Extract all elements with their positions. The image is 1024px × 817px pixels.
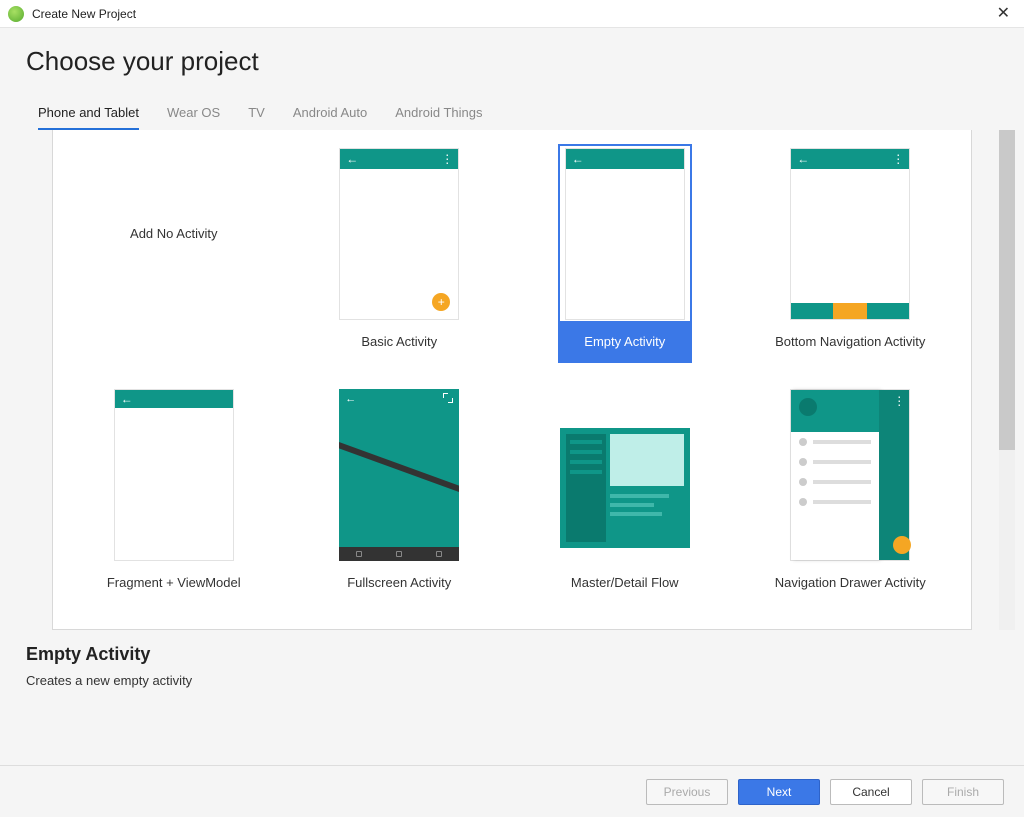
avatar-icon — [799, 398, 817, 416]
tab-tv[interactable]: TV — [248, 105, 265, 130]
tab-wear-os[interactable]: Wear OS — [167, 105, 220, 130]
next-button[interactable]: Next — [738, 779, 820, 805]
dialog-header: Choose your project — [0, 28, 1024, 87]
empty-activity-thumb: ← — [565, 148, 685, 320]
template-label — [109, 321, 239, 361]
overflow-icon: ⋮ — [441, 152, 452, 166]
template-add-no-activity[interactable]: Add No Activity — [61, 138, 287, 380]
fullscreen-icon — [443, 393, 453, 403]
template-label: Bottom Navigation Activity — [771, 321, 929, 361]
android-studio-icon — [8, 6, 24, 22]
back-arrow-icon: ← — [572, 152, 584, 166]
fab-icon — [893, 536, 911, 554]
finish-button[interactable]: Finish — [922, 779, 1004, 805]
dialog-footer: Previous Next Cancel Finish — [0, 765, 1024, 817]
template-basic-activity[interactable]: ← ⋮ + Basic Activity — [287, 138, 513, 380]
window-title: Create New Project — [32, 7, 991, 21]
template-label: Fragment + ViewModel — [103, 563, 245, 603]
template-label: Empty Activity — [560, 321, 690, 361]
back-arrow-icon: ← — [121, 392, 133, 406]
tab-android-things[interactable]: Android Things — [395, 105, 482, 130]
template-grid: Add No Activity ←⋮ + Basic Activity — [53, 130, 971, 629]
template-master-detail-flow[interactable]: Master/Detail Flow — [512, 380, 738, 622]
template-fragment-viewmodel[interactable]: ← Fragment + ViewModel — [61, 380, 287, 622]
overflow-icon: ⋮ — [893, 394, 905, 408]
tab-android-auto[interactable]: Android Auto — [293, 105, 367, 130]
titlebar: Create New Project ✕ — [0, 0, 1024, 28]
dialog-window: Create New Project ✕ Choose your project… — [0, 0, 1024, 817]
template-label: Master/Detail Flow — [560, 563, 690, 603]
back-arrow-icon: ← — [346, 152, 358, 166]
template-grid-container: Add No Activity ←⋮ + Basic Activity — [26, 130, 998, 630]
overflow-icon: ⋮ — [892, 152, 903, 166]
page-title: Choose your project — [26, 46, 998, 77]
tab-bar: Phone and Tablet Wear OS TV Android Auto… — [0, 87, 1024, 130]
cancel-button[interactable]: Cancel — [830, 779, 912, 805]
master-detail-thumb — [560, 428, 690, 548]
bottom-nav-thumb: ←⋮ — [790, 148, 910, 320]
template-empty-activity[interactable]: ← Empty Activity — [512, 138, 738, 380]
tab-phone-and-tablet[interactable]: Phone and Tablet — [38, 105, 139, 130]
navigation-drawer-thumb: ⋮ — [790, 389, 910, 561]
description-title: Empty Activity — [26, 644, 998, 665]
template-grid-viewport: Add No Activity ←⋮ + Basic Activity — [52, 130, 972, 630]
template-bottom-navigation-activity[interactable]: ←⋮ Bottom Navigation Activity — [738, 138, 964, 380]
fab-icon: + — [432, 293, 450, 311]
template-description: Empty Activity Creates a new empty activ… — [0, 630, 1024, 765]
fullscreen-activity-thumb: ← — [339, 389, 459, 561]
template-label: Basic Activity — [334, 321, 464, 361]
scrollbar-thumb[interactable] — [999, 130, 1015, 450]
previous-button[interactable]: Previous — [646, 779, 728, 805]
back-arrow-icon: ← — [797, 152, 809, 166]
template-fullscreen-activity[interactable]: ← Fullscreen Activity — [287, 380, 513, 622]
template-label: Navigation Drawer Activity — [771, 563, 930, 603]
close-icon[interactable]: ✕ — [991, 6, 1016, 22]
template-label: Fullscreen Activity — [334, 563, 464, 603]
template-navigation-drawer-activity[interactable]: ⋮ Navigation Drawer Activity — [738, 380, 964, 622]
description-text: Creates a new empty activity — [26, 673, 998, 688]
add-no-activity-thumb: Add No Activity — [114, 148, 234, 320]
basic-activity-thumb: ← ⋮ + — [339, 148, 459, 320]
fragment-viewmodel-thumb: ← — [114, 389, 234, 561]
